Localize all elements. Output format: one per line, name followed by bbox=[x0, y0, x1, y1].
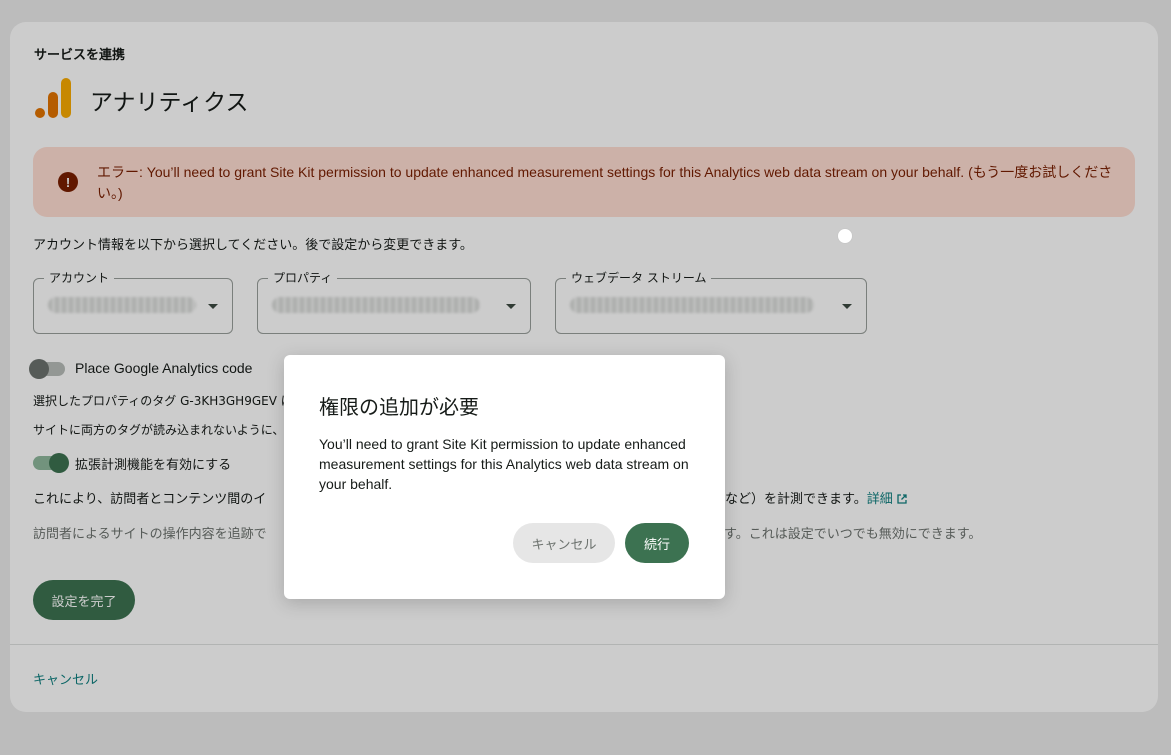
dialog-cancel-button[interactable]: キャンセル bbox=[513, 523, 615, 563]
mouse-cursor-indicator bbox=[837, 228, 853, 244]
dialog-title: 権限の追加が必要 bbox=[319, 395, 479, 419]
permission-dialog: 権限の追加が必要 You’ll need to grant Site Kit p… bbox=[284, 355, 725, 599]
dialog-continue-button[interactable]: 続行 bbox=[625, 523, 689, 563]
dialog-body: You’ll need to grant Site Kit permission… bbox=[319, 436, 689, 492]
